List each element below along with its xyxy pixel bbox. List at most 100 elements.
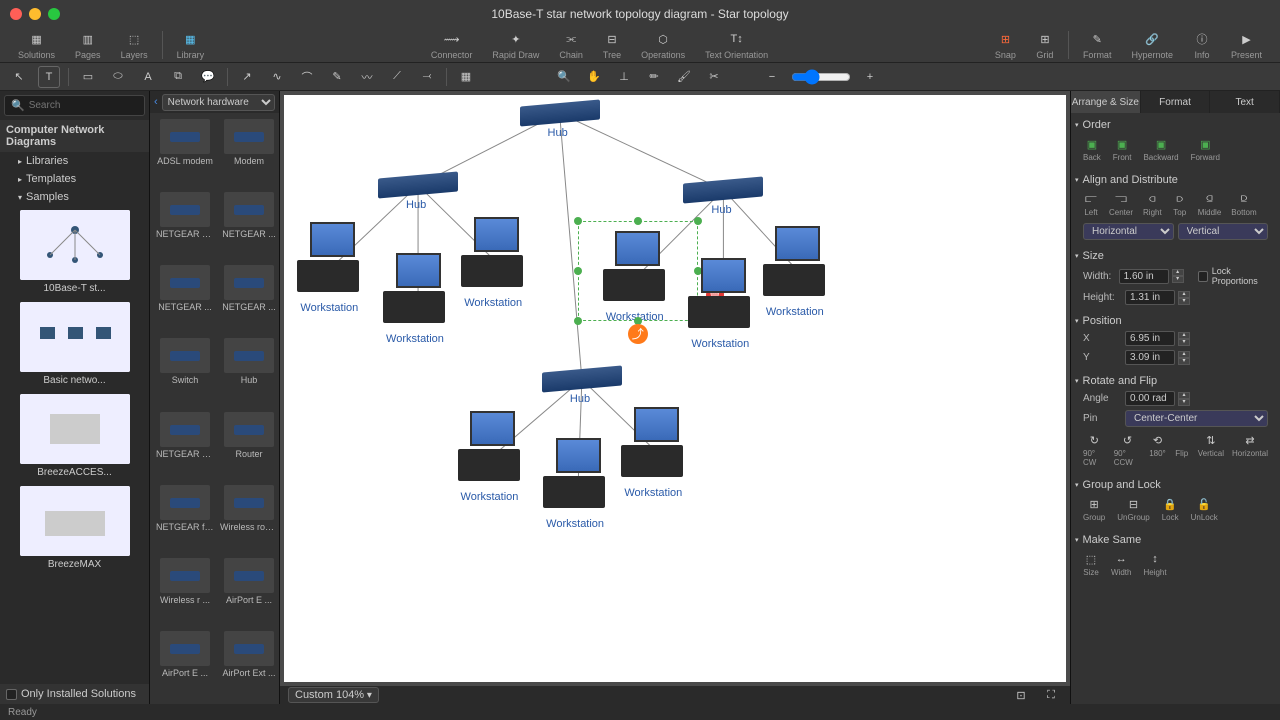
table-tool[interactable]: ▦ [455, 66, 477, 88]
workstation-shape[interactable] [461, 217, 531, 292]
align-center-button[interactable]: ⫎Center [1109, 192, 1133, 217]
stencil-item[interactable]: NETGEAR fi ... [154, 483, 216, 554]
stencil-item[interactable]: Modem [218, 117, 279, 188]
stencil-item[interactable]: AirPort E ... [154, 629, 216, 700]
present-button[interactable]: ▶Present [1221, 30, 1272, 60]
zoom-in-button[interactable]: + [859, 66, 881, 88]
unlock-button[interactable]: 🔓UnLock [1191, 497, 1218, 522]
close-window-button[interactable] [10, 8, 22, 20]
align-bottom-button[interactable]: ⫒Bottom [1231, 192, 1256, 217]
stencil-item[interactable]: NETGEAR ... [218, 190, 279, 261]
workstation-shape[interactable] [621, 407, 691, 482]
spline-tool[interactable]: 〰 [356, 66, 378, 88]
stencil-item[interactable]: Router [218, 410, 279, 481]
width-up[interactable]: ▴ [1172, 269, 1184, 276]
workstation-shape[interactable] [458, 411, 528, 486]
connector-button[interactable]: ⟿Connector [421, 30, 483, 60]
stencil-item[interactable]: Wireless r ... [154, 556, 216, 627]
rapid-draw-button[interactable]: ✦Rapid Draw [482, 30, 549, 60]
stencil-item[interactable]: NETGEAR Gi ... [154, 190, 216, 261]
zoom-tool[interactable]: 🔍 [553, 66, 575, 88]
fit-page-button[interactable]: ⊡ [1010, 684, 1032, 704]
info-button[interactable]: ⓘInfo [1183, 30, 1221, 60]
format-button[interactable]: ✎Format [1073, 30, 1122, 60]
workstation-shape[interactable] [763, 226, 833, 301]
zoom-out-button[interactable]: − [761, 66, 783, 88]
stencil-item[interactable]: AirPort E ... [218, 556, 279, 627]
align-middle-button[interactable]: ⫑Middle [1198, 192, 1222, 217]
selection-handle[interactable] [634, 217, 642, 225]
tree-samples[interactable]: ▾Samples [0, 188, 149, 206]
width-input[interactable] [1119, 269, 1169, 284]
x-input[interactable] [1125, 331, 1175, 346]
layers-button[interactable]: ⬚Layers [111, 30, 158, 60]
stencil-item[interactable]: Switch [154, 336, 216, 407]
text-orientation-button[interactable]: T↕Text Orientation [695, 30, 778, 60]
order-forward-button[interactable]: ▣Forward [1191, 137, 1220, 162]
align-right-button[interactable]: ⫏Right [1143, 192, 1162, 217]
thumbnail-item[interactable]: BreezeACCES... [4, 394, 145, 478]
flip-horizontal-button[interactable]: ⇄Horizontal [1232, 433, 1268, 467]
search-field[interactable]: 🔍 ⊞ [4, 95, 145, 116]
zoom-display[interactable]: Custom 104% ▾ [288, 687, 379, 703]
only-installed-toggle[interactable]: Only Installed Solutions [0, 684, 149, 704]
align-top-button[interactable]: ⫐Top [1172, 192, 1188, 217]
fullscreen-button[interactable]: ⛶ [1040, 684, 1062, 704]
snap-button[interactable]: ⊞Snap [985, 30, 1026, 60]
stencil-item[interactable]: ADSL modem [154, 117, 216, 188]
same-height-button[interactable]: ↕Height [1143, 552, 1166, 577]
align-left-button[interactable]: ⫍Left [1083, 192, 1099, 217]
workstation-shape[interactable] [383, 253, 453, 328]
pan-tool[interactable]: ✋ [583, 66, 605, 88]
pin-select[interactable]: Center-Center [1125, 410, 1268, 427]
ellipse-tool[interactable]: ⬭ [107, 66, 129, 88]
rotate-cw-button[interactable]: ↻90° CW [1083, 433, 1106, 467]
lock-button[interactable]: 🔒Lock [1162, 497, 1179, 522]
textbox-tool[interactable]: ⧉ [167, 66, 189, 88]
width-down[interactable]: ▾ [1172, 276, 1184, 283]
tree-templates[interactable]: ▸Templates [0, 170, 149, 188]
rotate-180-button[interactable]: ⟲180° [1149, 433, 1166, 467]
thumbnail-item[interactable]: BreezeMAX [4, 486, 145, 570]
brush-tool[interactable]: 🖌 [673, 66, 695, 88]
library-button[interactable]: ▦Library [167, 30, 215, 60]
minimize-window-button[interactable] [29, 8, 41, 20]
stencil-item[interactable]: AirPort Ext ... [218, 629, 279, 700]
text-tool[interactable]: T [38, 66, 60, 88]
distribute-vertical-select[interactable]: Vertical [1178, 223, 1269, 240]
pen-tool[interactable]: ✎ [326, 66, 348, 88]
stencil-item[interactable]: NETGEAR F ... [154, 410, 216, 481]
tree-button[interactable]: ⊟Tree [593, 30, 631, 60]
selection-handle[interactable] [574, 267, 582, 275]
selection-handle[interactable] [574, 317, 582, 325]
selection-handle[interactable] [694, 217, 702, 225]
selection-handle[interactable] [574, 217, 582, 225]
callout-tool[interactable]: 💬 [197, 66, 219, 88]
grid-button[interactable]: ⊞Grid [1026, 30, 1064, 60]
text-shape-tool[interactable]: A [137, 66, 159, 88]
freehand-tool[interactable]: ⟋ [386, 66, 408, 88]
distribute-horizontal-select[interactable]: Horizontal [1083, 223, 1174, 240]
tab-format[interactable]: Format [1141, 91, 1211, 113]
tab-text[interactable]: Text [1210, 91, 1280, 113]
order-back-button[interactable]: ▣Back [1083, 137, 1101, 162]
hypernote-button[interactable]: 🔗Hypernote [1121, 30, 1183, 60]
workstation-shape[interactable] [543, 438, 613, 513]
curve-tool[interactable]: ∿ [266, 66, 288, 88]
maximize-window-button[interactable] [48, 8, 60, 20]
order-front-button[interactable]: ▣Front [1113, 137, 1132, 162]
same-width-button[interactable]: ↔Width [1111, 552, 1131, 577]
height-input[interactable] [1125, 290, 1175, 305]
ungroup-button[interactable]: ⊟UnGroup [1117, 497, 1149, 522]
search-input[interactable] [29, 100, 161, 111]
line-tool[interactable]: ↗ [236, 66, 258, 88]
arc-tool[interactable]: ⌒ [296, 66, 318, 88]
zoom-slider[interactable] [791, 69, 851, 85]
tab-arrange[interactable]: Arrange & Size [1071, 91, 1141, 113]
action-button[interactable]: ⤴ [628, 324, 648, 344]
flip-vertical-button[interactable]: ⇅Vertical [1198, 433, 1224, 467]
solutions-button[interactable]: ▦Solutions [8, 30, 65, 60]
stencil-item[interactable]: NETGEAR ... [154, 263, 216, 334]
y-input[interactable] [1125, 350, 1175, 365]
operations-button[interactable]: ⬡Operations [631, 30, 695, 60]
